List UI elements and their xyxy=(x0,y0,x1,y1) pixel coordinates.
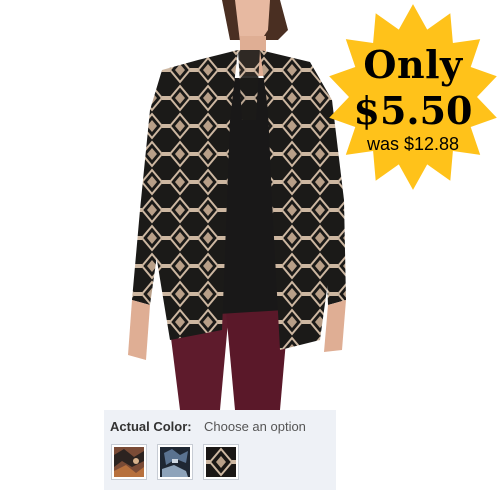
color-selected-value: Choose an option xyxy=(204,419,306,434)
color-swatch-blue-print[interactable] xyxy=(157,444,193,480)
color-label: Actual Color: xyxy=(110,419,192,434)
color-selector: Actual Color: Choose an option xyxy=(104,410,336,490)
promo-was-price: was $12.88 xyxy=(366,134,460,154)
color-swatch-multicolor[interactable] xyxy=(111,444,147,480)
promo-only-text: Only xyxy=(363,42,463,87)
promo-price: $5.50 xyxy=(353,88,473,133)
product-image xyxy=(110,0,350,410)
price-promo-badge: Only $5.50 was $12.88 xyxy=(326,2,500,192)
color-swatch-black-tan[interactable] xyxy=(203,444,239,480)
